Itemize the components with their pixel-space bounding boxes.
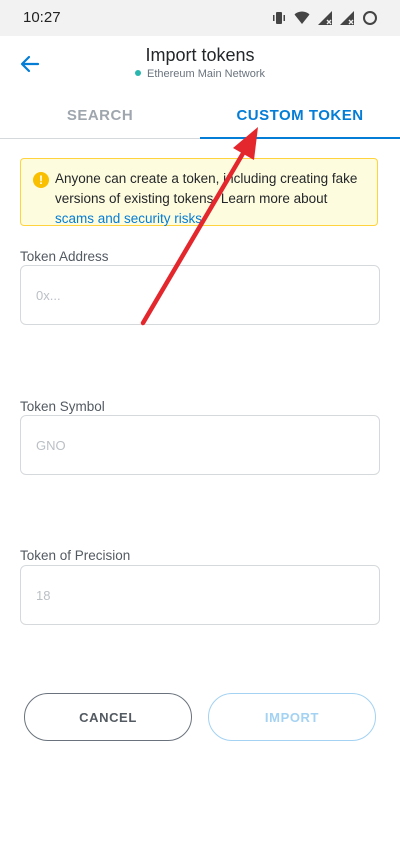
active-tab-indicator xyxy=(200,137,400,139)
wifi-icon xyxy=(294,11,310,25)
token-symbol-input[interactable] xyxy=(20,415,380,475)
warning-text: Anyone can create a token, including cre… xyxy=(55,169,367,229)
network-name: Ethereum Main Network xyxy=(147,68,265,80)
tab-search[interactable]: SEARCH xyxy=(0,92,200,138)
signal-icon xyxy=(318,11,332,25)
token-address-label: Token Address xyxy=(20,249,109,264)
token-symbol-label: Token Symbol xyxy=(20,399,105,414)
status-icons xyxy=(272,10,378,26)
network-status-dot xyxy=(135,70,141,77)
scams-security-link[interactable]: scams and security risks. xyxy=(55,211,206,226)
token-precision-input[interactable] xyxy=(20,565,380,625)
warning-message: Anyone can create a token, including cre… xyxy=(55,171,358,206)
import-button[interactable]: IMPORT xyxy=(208,693,376,741)
vibrate-icon xyxy=(272,10,286,26)
token-address-input[interactable] xyxy=(20,265,380,325)
cancel-button[interactable]: CANCEL xyxy=(24,693,192,741)
network-indicator: Ethereum Main Network xyxy=(0,68,400,80)
tab-bar: SEARCH CUSTOM TOKEN xyxy=(0,92,400,139)
battery-icon xyxy=(362,10,378,26)
warning-banner: ! Anyone can create a token, including c… xyxy=(20,158,378,226)
status-time: 10:27 xyxy=(23,9,61,26)
warning-icon: ! xyxy=(33,172,49,188)
tab-custom-token[interactable]: CUSTOM TOKEN xyxy=(200,92,400,138)
token-precision-label: Token of Precision xyxy=(20,548,131,563)
page-title: Import tokens xyxy=(145,45,255,65)
signal-icon-2 xyxy=(340,11,354,25)
status-bar: 10:27 xyxy=(0,0,400,36)
